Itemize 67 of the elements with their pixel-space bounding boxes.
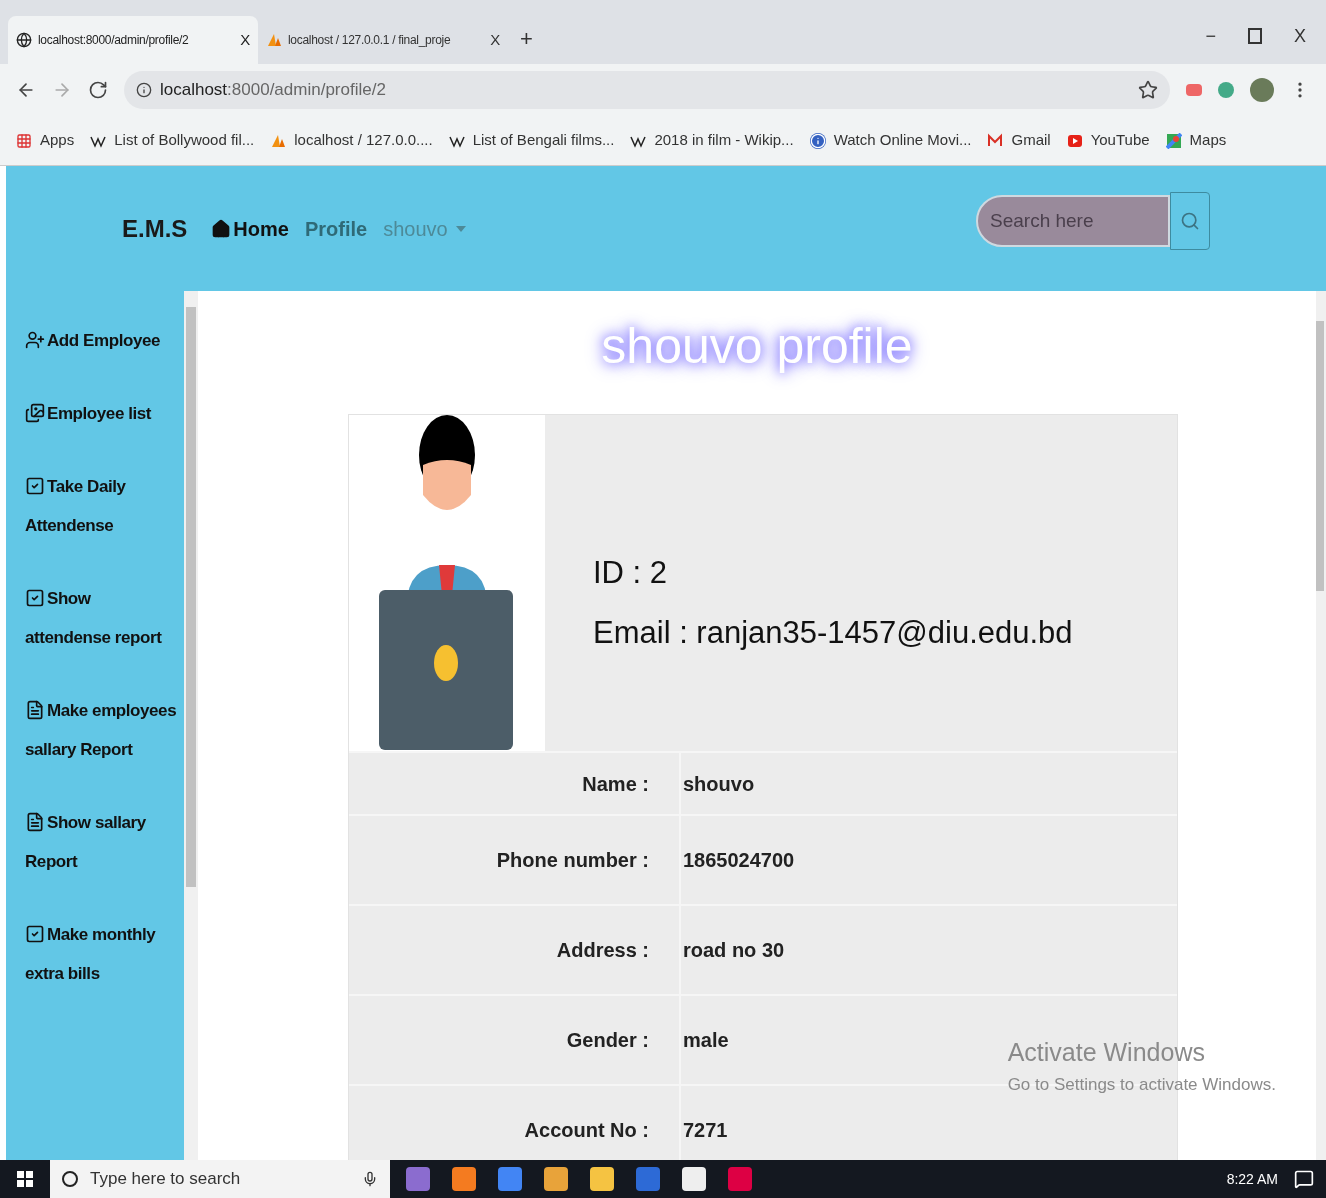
sidebar-link[interactable]: Make monthly extra bills (25, 915, 184, 993)
browser-tab[interactable]: localhost:8000/admin/profile/2 X (8, 16, 258, 64)
bookmark-item[interactable]: Maps (1165, 129, 1227, 152)
notification-icon[interactable] (1294, 1169, 1314, 1189)
bookmark-star-icon[interactable] (1138, 80, 1158, 100)
bookmark-item[interactable]: Apps (16, 129, 75, 152)
search-field[interactable]: Search here (976, 194, 1170, 247)
info-icon (809, 132, 826, 149)
sidebar-link[interactable]: Take Daily Attendense (25, 467, 184, 545)
search-icon (1180, 210, 1200, 231)
field-value: road no 30 (679, 906, 1177, 994)
bookmark-item[interactable]: 2018 in film - Wikip... (630, 129, 794, 152)
file-icon (25, 811, 45, 832)
map-icon (1165, 132, 1182, 149)
new-tab-button[interactable]: + (520, 21, 533, 55)
bookmark-item[interactable]: Watch Online Movi... (809, 129, 972, 152)
apps-grid-icon (16, 132, 32, 149)
bookmark-item[interactable]: YouTube (1066, 129, 1150, 152)
tab-close-button[interactable]: X (490, 28, 500, 52)
sidebar-link[interactable]: Make employees sallary Report (25, 691, 184, 769)
bookmark-item[interactable]: List of Bengali films... (448, 129, 615, 152)
check-icon (25, 587, 45, 608)
tab-title: localhost / 127.0.0.1 / final_proje (288, 32, 452, 49)
close-window-button[interactable]: X (1294, 22, 1306, 50)
play-icon (1066, 132, 1083, 149)
sail-logo-icon (266, 32, 282, 48)
sidebar-link[interactable]: Add Employee (25, 321, 184, 360)
restore-icon[interactable] (1248, 28, 1262, 44)
check-icon (25, 475, 45, 496)
file-icon (25, 699, 45, 720)
globe-icon (16, 32, 32, 48)
field-label: Gender : (565, 1028, 650, 1053)
check-icon (25, 923, 45, 944)
search-button[interactable] (1170, 191, 1210, 250)
info-icon (136, 82, 152, 98)
reload-icon[interactable] (88, 80, 108, 100)
bookmark-item[interactable]: Gmail (987, 129, 1051, 152)
clock-text: 8:22 AM (1226, 1169, 1278, 1189)
caret-icon (455, 225, 466, 232)
bookmark-item[interactable]: localhost / 127.0.0.... (270, 129, 433, 152)
brand-text[interactable]: E.M.S (122, 210, 188, 247)
sidebar-link[interactable]: Show sallary Report (25, 803, 184, 881)
taskbar-search-placeholder: Type here to search (90, 1168, 241, 1191)
url-field[interactable]: localhost:8000/admin/profile/2 (124, 71, 1170, 109)
sidebar-link[interactable]: Employee list (25, 394, 184, 433)
sidebar-link[interactable]: Show attendense report (25, 579, 184, 657)
taskbar-search-field[interactable]: Type here to search (50, 1160, 390, 1198)
field-label: Name : (581, 771, 650, 797)
minimize-button[interactable]: − (1205, 22, 1216, 50)
url-text: localhost:8000/admin/profile/2 (160, 79, 386, 102)
field-label: Account No : (523, 1118, 650, 1143)
mail-m-icon (987, 132, 1004, 149)
home-link[interactable]: Home (211, 213, 289, 244)
tab-title: localhost:8000/admin/profile/2 (38, 32, 190, 49)
bookmark-item[interactable]: List of Bollywood fil... (90, 129, 255, 152)
field-value: shouvo (679, 753, 1177, 814)
id-text: ID : 2 (593, 553, 669, 592)
microphone-icon (362, 1171, 378, 1187)
field-value: 1865024700 (679, 816, 1177, 904)
home-icon (211, 218, 232, 239)
user-plus-icon (25, 329, 45, 350)
field-label: Address : (555, 938, 650, 963)
browser-tab[interactable]: localhost / 127.0.0.1 / final_proje X (258, 16, 508, 64)
field-label: Phone number : (495, 848, 650, 873)
tab-close-button[interactable]: X (240, 28, 250, 52)
email-text: Email : ranjan35-1457@diu.edu.bd (593, 614, 1074, 652)
activation-title: Activate Windows (1007, 1037, 1206, 1068)
